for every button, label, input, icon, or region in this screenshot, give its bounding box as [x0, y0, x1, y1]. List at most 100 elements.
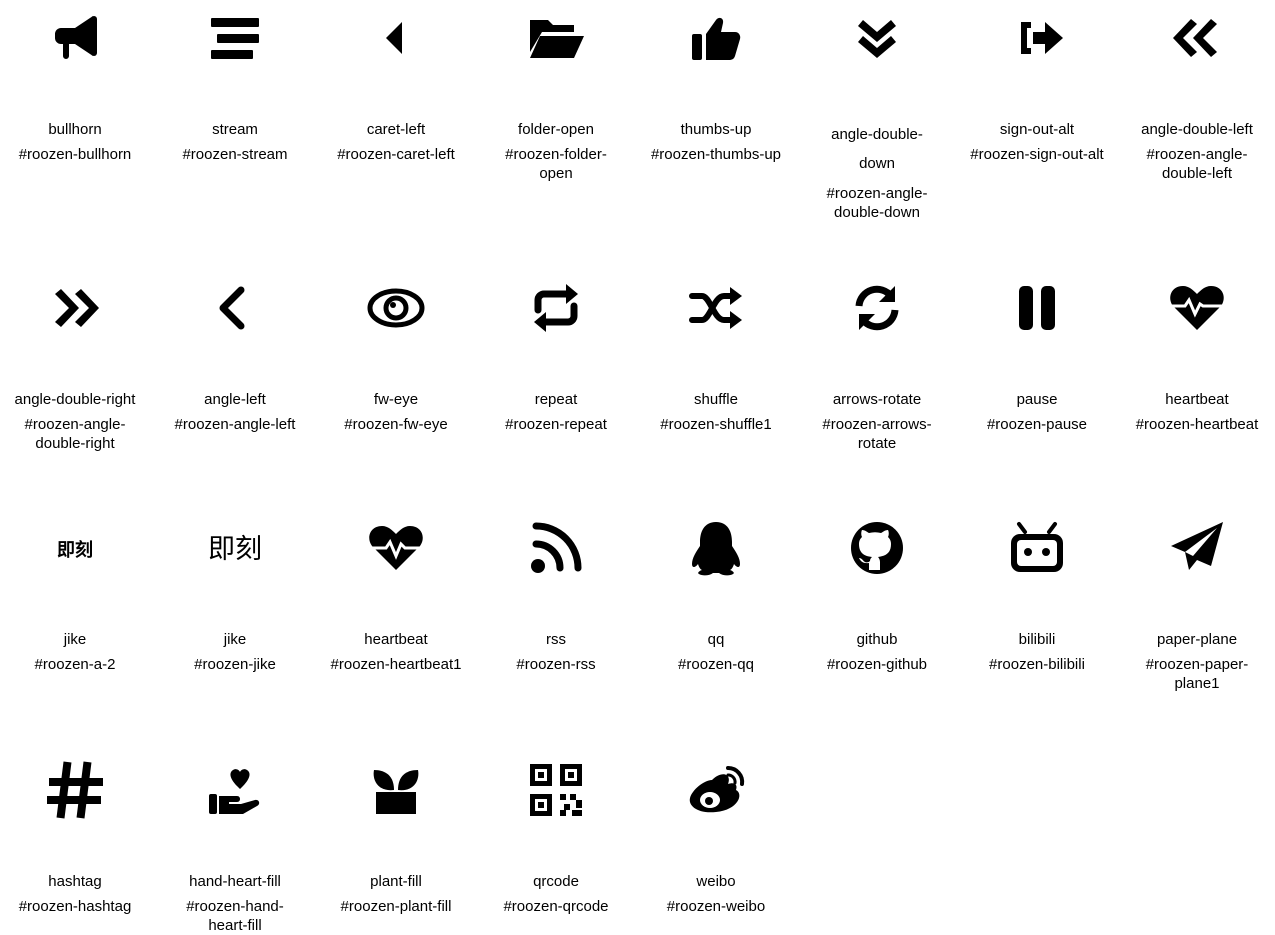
icon-code: #roozen-heartbeat	[1135, 416, 1259, 433]
icon-card-bullhorn[interactable]: bullhorn #roozen-bullhorn	[0, 6, 150, 164]
icon-card-sign-out-alt[interactable]: sign-out-alt #roozen-sign-out-alt	[962, 6, 1112, 164]
icon-code: #roozen-bilibili	[989, 656, 1085, 673]
icon-card-jike[interactable]: 即刻 jike #roozen-a-2	[0, 516, 150, 674]
icon-card-shuffle[interactable]: shuffle #roozen-shuffle1	[641, 276, 791, 434]
stream-icon	[160, 6, 310, 70]
icon-name: heartbeat	[1165, 391, 1229, 408]
icon-code: #roozen-jike	[194, 656, 276, 673]
icon-code: #roozen-angle-double-right	[24, 416, 126, 452]
svg-text:即刻: 即刻	[208, 534, 262, 565]
icon-code: #roozen-paper-plane1	[1145, 656, 1249, 692]
icon-code: #roozen-pause	[986, 416, 1088, 433]
icon-name: bullhorn	[48, 121, 102, 138]
icon-name: arrows-rotate	[832, 391, 922, 408]
icon-code: #roozen-weibo	[666, 898, 766, 915]
icon-code: #roozen-stream	[182, 146, 288, 163]
icon-card-pause[interactable]: pause #roozen-pause	[962, 276, 1112, 434]
rss-icon	[481, 516, 631, 580]
shuffle-icon	[641, 276, 791, 340]
icon-card-angle-left[interactable]: angle-left #roozen-angle-left	[160, 276, 310, 434]
icon-code: #roozen-heartbeat1	[330, 656, 462, 673]
icon-code: #roozen-shuffle1	[660, 416, 772, 433]
icon-name: plant-fill	[370, 873, 422, 890]
icon-name: heartbeat	[364, 631, 428, 648]
icon-name: hand-heart-fill	[189, 873, 281, 890]
icon-name: bilibili	[1018, 631, 1056, 648]
pause-icon	[962, 276, 1112, 340]
github-icon	[802, 516, 952, 580]
icon-card-angle-double-right[interactable]: angle-double-right #roozen-angle-double-r…	[0, 276, 150, 453]
icon-code: #roozen-angle-double-down	[826, 185, 928, 221]
icon-name: repeat	[534, 391, 578, 408]
icon-name: paper-plane	[1156, 631, 1238, 648]
icon-code: #roozen-caret-left	[337, 146, 455, 163]
repeat-icon	[481, 276, 631, 340]
icon-code: #roozen-hand-heart-fill	[186, 898, 284, 934]
angle-double-left-icon	[1122, 6, 1272, 70]
icon-card-thumbs-up[interactable]: thumbs-up #roozen-thumbs-up	[641, 6, 791, 164]
icon-name: angle-double-left	[1141, 121, 1253, 138]
icon-name: folder-open	[518, 121, 594, 138]
weibo-icon	[641, 758, 791, 822]
icon-name: github	[856, 631, 898, 648]
icon-code: #roozen-github	[826, 656, 928, 673]
icon-code: #roozen-angle-double-left	[1146, 146, 1248, 182]
icon-name: qq	[707, 631, 725, 648]
icon-name: jike	[63, 631, 87, 648]
icon-card-hand-heart-fill[interactable]: hand-heart-fill #roozen-hand-heart-fill	[160, 758, 310, 935]
icon-name: sign-out-alt	[999, 121, 1075, 138]
icon-card-heartbeat[interactable]: heartbeat #roozen-heartbeat	[1122, 276, 1272, 434]
angle-double-right-icon	[0, 276, 150, 340]
icon-card-github[interactable]: github #roozen-github	[802, 516, 952, 674]
icon-name: shuffle	[694, 391, 738, 408]
icon-card-folder-open[interactable]: folder-open #roozen-folder-open	[481, 6, 631, 183]
icon-card-heartbeat[interactable]: heartbeat #roozen-heartbeat1	[321, 516, 471, 674]
icon-name: fw-eye	[373, 391, 419, 408]
icon-card-rss[interactable]: rss #roozen-rss	[481, 516, 631, 674]
folder-open-icon	[481, 6, 631, 70]
icon-code: #roozen-folder-open	[505, 146, 607, 182]
icon-card-plant-fill[interactable]: plant-fill #roozen-plant-fill	[321, 758, 471, 916]
icon-name: jike	[223, 631, 247, 648]
plant-icon	[321, 758, 471, 822]
icon-code: #roozen-angle-left	[174, 416, 296, 433]
icon-card-bilibili[interactable]: bilibili #roozen-bilibili	[962, 516, 1112, 674]
icon-card-qq[interactable]: qq #roozen-qq	[641, 516, 791, 674]
icon-code: #roozen-fw-eye	[344, 416, 448, 433]
qq-icon	[641, 516, 791, 580]
icon-code: #roozen-bullhorn	[18, 146, 132, 163]
svg-text:即刻: 即刻	[57, 539, 93, 561]
icon-card-paper-plane[interactable]: paper-plane #roozen-paper-plane1	[1122, 516, 1272, 693]
icon-code: #roozen-rss	[516, 656, 596, 673]
icon-card-repeat[interactable]: repeat #roozen-repeat	[481, 276, 631, 434]
icon-name: rss	[546, 631, 566, 648]
icon-card-hashtag[interactable]: hashtag #roozen-hashtag	[0, 758, 150, 916]
jike-outline-icon: 即刻	[160, 516, 310, 580]
thumbs-up-icon	[641, 6, 791, 70]
icon-card-qrcode[interactable]: qrcode #roozen-qrcode	[481, 758, 631, 916]
icon-code: #roozen-sign-out-alt	[970, 146, 1104, 163]
icon-code: #roozen-arrows-rotate	[822, 416, 932, 452]
icon-card-fw-eye[interactable]: fw-eye #roozen-fw-eye	[321, 276, 471, 434]
icon-name: caret-left	[366, 121, 426, 138]
icon-name: thumbs-up	[680, 121, 752, 138]
icon-name: stream	[212, 121, 258, 138]
icon-code: #roozen-plant-fill	[340, 898, 452, 915]
heartbeat-icon	[1122, 276, 1272, 340]
icon-card-stream[interactable]: stream #roozen-stream	[160, 6, 310, 164]
icon-card-caret-left[interactable]: caret-left #roozen-caret-left	[321, 6, 471, 164]
icon-card-weibo[interactable]: weibo #roozen-weibo	[641, 758, 791, 916]
icon-name: angle-double-right	[14, 391, 136, 408]
icon-card-arrows-rotate[interactable]: arrows-rotate #roozen-arrows-rotate	[802, 276, 952, 453]
icon-card-jike[interactable]: 即刻 jike #roozen-jike	[160, 516, 310, 674]
icon-card-angle-double-left[interactable]: angle-double-left #roozen-angle-double-le…	[1122, 6, 1272, 183]
hashtag-icon	[0, 758, 150, 822]
icon-code: #roozen-hashtag	[18, 898, 132, 915]
sign-out-alt-icon	[962, 6, 1112, 70]
caret-left-icon	[321, 6, 471, 70]
icon-name: qrcode	[533, 873, 579, 890]
icon-name: angle-left	[204, 391, 266, 408]
icon-card-angle-double-down[interactable]: angle-double-down #roozen-angle-double-do…	[802, 6, 952, 222]
icon-code: #roozen-qq	[678, 656, 754, 673]
icon-code: #roozen-a-2	[34, 656, 116, 673]
